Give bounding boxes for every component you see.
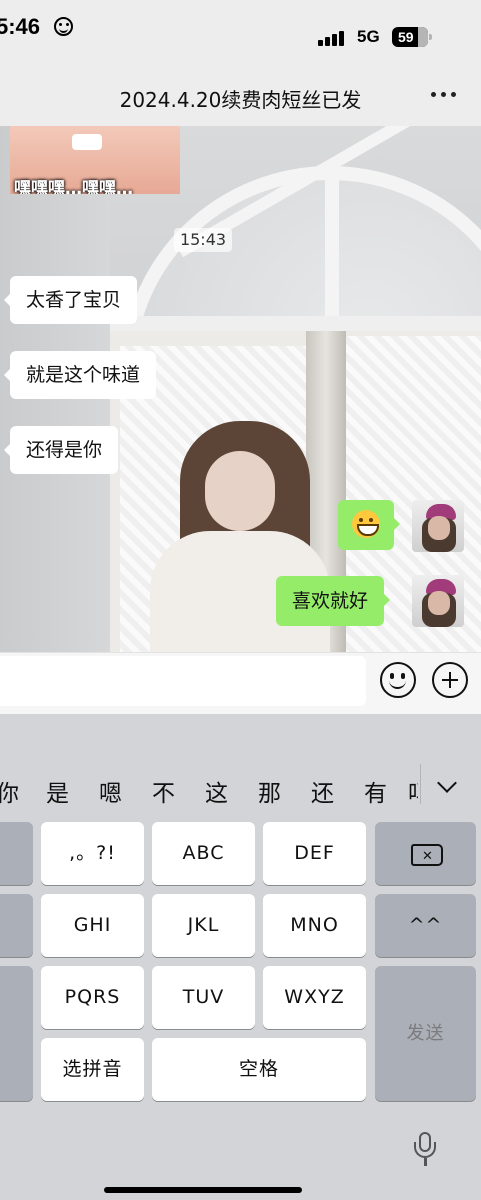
incoming-message[interactable]: 还得是你 bbox=[3, 426, 119, 474]
keyboard: 你 是 嗯 不 这 那 还 有 吗 ,。?! ABC DEF GHI JKL M… bbox=[0, 714, 481, 1200]
outgoing-message-emoji[interactable] bbox=[338, 500, 400, 550]
chevron-down-icon[interactable] bbox=[437, 773, 457, 793]
message-input[interactable] bbox=[0, 656, 366, 706]
more-options-icon[interactable] bbox=[431, 88, 457, 98]
battery-level: 59 bbox=[398, 29, 414, 45]
candidate-word[interactable]: 那 bbox=[258, 774, 281, 808]
left-function-key[interactable] bbox=[0, 894, 33, 957]
add-more-button[interactable] bbox=[432, 662, 468, 698]
candidate-word[interactable]: 还 bbox=[311, 774, 334, 808]
incoming-message[interactable]: 就是这个味道 bbox=[3, 351, 157, 399]
backspace-icon bbox=[411, 825, 443, 888]
sticker-image[interactable]: 嘿嘿嘿…嘿嘿… bbox=[10, 126, 180, 194]
sticker-caption: 嘿嘿嘿…嘿嘿… bbox=[14, 179, 133, 194]
left-function-key[interactable] bbox=[0, 822, 33, 885]
emoji-button[interactable] bbox=[380, 662, 416, 698]
outgoing-message[interactable]: 喜欢就好 bbox=[276, 576, 391, 626]
incoming-message[interactable]: 太香了宝贝 bbox=[3, 276, 138, 324]
chat-area[interactable]: 嘿嘿嘿…嘿嘿… 15:43 太香了宝贝 就是这个味道 还得是你 喜欢就好 bbox=[0, 126, 481, 652]
smiley-status-icon bbox=[54, 17, 73, 36]
status-bar: 5:46 5G 59 bbox=[0, 0, 481, 58]
left-function-key[interactable] bbox=[0, 966, 33, 1101]
candidate-bar: 你 是 嗯 不 这 那 还 有 吗 bbox=[0, 754, 481, 824]
candidate-word[interactable]: 嗯 bbox=[99, 774, 122, 808]
key-tuv[interactable]: TUV bbox=[152, 966, 255, 1029]
key-face[interactable]: ^^ bbox=[375, 894, 476, 957]
message-timestamp: 15:43 bbox=[174, 228, 232, 252]
send-button[interactable]: 发送 bbox=[375, 966, 476, 1101]
avatar[interactable] bbox=[412, 500, 464, 552]
candidate-word[interactable]: 你 bbox=[0, 774, 19, 808]
chat-header: 2024.4.20续费肉短丝已发 bbox=[0, 58, 481, 126]
key-punctuation[interactable]: ,。?! bbox=[41, 822, 144, 885]
grinning-face-icon bbox=[352, 510, 380, 538]
candidate-word[interactable]: 不 bbox=[152, 774, 175, 808]
home-indicator[interactable] bbox=[104, 1187, 302, 1193]
candidate-word[interactable]: 有 bbox=[364, 774, 387, 808]
chat-title: 2024.4.20续费肉短丝已发 bbox=[119, 88, 362, 112]
candidate-word[interactable]: 是 bbox=[46, 774, 69, 808]
key-mno[interactable]: MNO bbox=[263, 894, 366, 957]
signal-icon bbox=[318, 28, 348, 46]
key-wxyz[interactable]: WXYZ bbox=[263, 966, 366, 1029]
candidate-word[interactable]: 吗 bbox=[408, 774, 418, 808]
key-select-pinyin[interactable]: 选拼音 bbox=[41, 1038, 144, 1101]
status-time: 5:46 bbox=[0, 14, 41, 39]
battery-icon: 59 bbox=[392, 27, 432, 47]
key-pqrs[interactable]: PQRS bbox=[41, 966, 144, 1029]
network-label: 5G bbox=[357, 27, 380, 46]
key-jkl[interactable]: JKL bbox=[152, 894, 255, 957]
avatar[interactable] bbox=[412, 575, 464, 627]
input-bar bbox=[0, 652, 481, 714]
key-ghi[interactable]: GHI bbox=[41, 894, 144, 957]
space-bar[interactable]: 空格 bbox=[152, 1038, 366, 1101]
microphone-icon[interactable] bbox=[413, 1130, 437, 1170]
delete-button[interactable] bbox=[375, 822, 476, 888]
key-abc[interactable]: ABC bbox=[152, 822, 255, 885]
candidate-word[interactable]: 这 bbox=[205, 774, 228, 808]
key-def[interactable]: DEF bbox=[263, 822, 366, 885]
